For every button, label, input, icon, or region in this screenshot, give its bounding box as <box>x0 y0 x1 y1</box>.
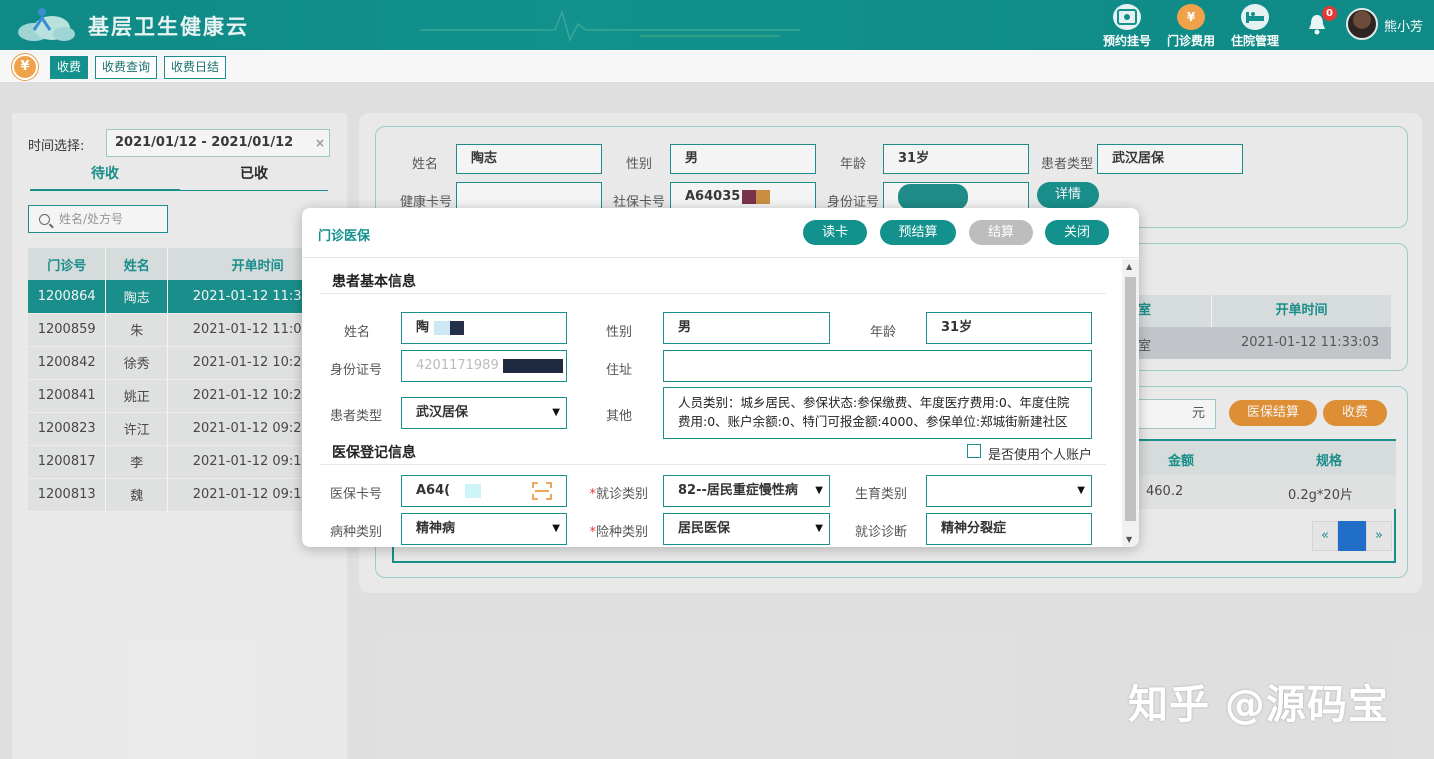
disease-type-label: 病种类别 <box>329 525 382 540</box>
modal-header: 门诊医保 读卡 预结算 结算 关闭 <box>302 208 1139 258</box>
modal-body: 患者基本信息 姓名 陶 性别 男 年龄 31岁 身份证号 4201171989 … <box>302 259 1122 547</box>
top-header: 基层卫生健康云 预约挂号 ¥ 门诊费用 住院管理 0 熊小芳 <box>0 0 1434 50</box>
watermark: 知乎 @源码宝 <box>1128 682 1389 728</box>
visit-type-value: 82--居民重症慢性病 <box>678 483 798 498</box>
divider <box>320 293 1106 294</box>
diagnosis-value: 精神分裂症 <box>941 521 1007 536</box>
scroll-down-icon[interactable]: ▼ <box>1126 535 1132 544</box>
redaction-mask <box>433 320 450 335</box>
basic-info-title: 患者基本信息 <box>332 274 416 290</box>
name-label: 姓名 <box>343 325 370 340</box>
insurance-type-label: *险种类别 <box>578 521 648 540</box>
other-label: 其他 <box>605 409 632 424</box>
scroll-thumb[interactable] <box>1125 277 1136 521</box>
name-value: 陶 <box>416 320 430 335</box>
notification-badge: 0 <box>1322 6 1337 21</box>
nav-inpatient[interactable]: 住院管理 <box>1225 4 1285 49</box>
gender-value: 男 <box>678 320 692 335</box>
settle-button[interactable]: 结算 <box>969 220 1033 245</box>
insurance-card-field[interactable]: A64( <box>401 475 567 507</box>
patient-type-label: 患者类型 <box>329 409 382 424</box>
birth-type-select[interactable]: ▼ <box>926 475 1092 507</box>
chevron-down-icon: ▼ <box>1077 485 1085 496</box>
nav-inpatient-label: 住院管理 <box>1230 34 1279 48</box>
ecg-decoration <box>420 9 800 43</box>
insurance-type-select[interactable]: 居民医保 ▼ <box>663 513 830 545</box>
insurance-card-label: 医保卡号 <box>329 487 382 502</box>
other-info-value: 人员类别：城乡居民、参保状态:参保缴费、年度医疗费用:0、年度住院费用:0、账户… <box>678 395 1070 429</box>
visit-type-select[interactable]: 82--居民重症慢性病 ▼ <box>663 475 830 507</box>
logo-icon <box>18 8 75 41</box>
tab-charge[interactable]: 收费 <box>50 56 89 79</box>
username[interactable]: 熊小芳 <box>1384 16 1423 35</box>
tab-daily-settlement[interactable]: 收费日结 <box>164 56 227 79</box>
chevron-down-icon: ▼ <box>815 485 823 496</box>
disease-type-value: 精神病 <box>416 521 456 536</box>
nav-outpatient-fee[interactable]: ¥ 门诊费用 <box>1161 4 1221 49</box>
bed-icon <box>1241 4 1269 30</box>
disease-type-select[interactable]: 精神病 ▼ <box>401 513 567 545</box>
birth-type-label: 生育类别 <box>854 487 907 502</box>
insurance-modal: 门诊医保 读卡 预结算 结算 关闭 患者基本信息 姓名 陶 性别 男 年龄 31… <box>302 208 1139 547</box>
personal-account-checkbox[interactable] <box>967 444 981 458</box>
id-number-value: 4201171989 <box>416 358 499 373</box>
yen-icon: ¥ <box>12 54 38 80</box>
patient-type-value: 武汉居保 <box>416 405 469 420</box>
scroll-up-icon[interactable]: ▲ <box>1126 262 1132 271</box>
gender-field[interactable]: 男 <box>663 312 830 344</box>
modal-scrollbar[interactable]: ▲ ▼ <box>1122 259 1139 547</box>
close-button[interactable]: 关闭 <box>1045 220 1109 245</box>
address-label: 住址 <box>605 363 632 378</box>
redaction-mask <box>449 320 464 335</box>
pre-settle-button[interactable]: 预结算 <box>880 220 956 245</box>
avatar[interactable] <box>1346 8 1378 40</box>
scan-icon[interactable] <box>532 482 552 500</box>
other-info-field[interactable]: 人员类别：城乡居民、参保状态:参保缴费、年度医疗费用:0、年度住院费用:0、账户… <box>663 387 1092 439</box>
app-title: 基层卫生健康云 <box>88 15 249 39</box>
insurance-type-label-text: 险种类别 <box>595 525 648 540</box>
visit-type-label-text: 就诊类别 <box>595 487 648 502</box>
modal-title: 门诊医保 <box>318 229 371 244</box>
id-number-field[interactable]: 4201171989 <box>401 350 567 382</box>
chevron-down-icon: ▼ <box>552 523 560 534</box>
name-field[interactable]: 陶 <box>401 312 567 344</box>
insurance-card-value: A64( <box>416 483 451 498</box>
age-value: 31岁 <box>941 320 973 335</box>
insurance-type-value: 居民医保 <box>678 521 731 536</box>
age-field[interactable]: 31岁 <box>926 312 1092 344</box>
visit-type-label: *就诊类别 <box>578 483 648 502</box>
chevron-down-icon: ▼ <box>815 523 823 534</box>
sub-toolbar: ¥ 收费 收费查询 收费日结 <box>0 50 1434 83</box>
diagnosis-field[interactable]: 精神分裂症 <box>926 513 1092 545</box>
registration-icon <box>1113 4 1141 30</box>
nav-registration-label: 预约挂号 <box>1102 34 1151 48</box>
yen-icon: ¥ <box>1177 4 1205 30</box>
tab-charge-query[interactable]: 收费查询 <box>95 56 158 79</box>
gender-label: 性别 <box>605 325 632 340</box>
chevron-down-icon: ▼ <box>552 407 560 418</box>
diagnosis-label: 就诊诊断 <box>854 525 907 540</box>
nav-registration[interactable]: 预约挂号 <box>1097 4 1157 49</box>
nav-outpatient-fee-label: 门诊费用 <box>1166 34 1215 48</box>
address-field[interactable] <box>663 350 1092 382</box>
patient-type-select[interactable]: 武汉居保 ▼ <box>401 397 567 429</box>
age-label: 年龄 <box>869 325 896 340</box>
redaction-mask <box>464 483 481 498</box>
registration-info-title: 医保登记信息 <box>332 445 416 461</box>
read-card-button[interactable]: 读卡 <box>803 220 867 245</box>
divider <box>320 464 1106 465</box>
personal-account-label: 是否使用个人账户 <box>988 448 1093 463</box>
id-number-label: 身份证号 <box>329 363 382 378</box>
redaction-mask <box>502 358 563 373</box>
